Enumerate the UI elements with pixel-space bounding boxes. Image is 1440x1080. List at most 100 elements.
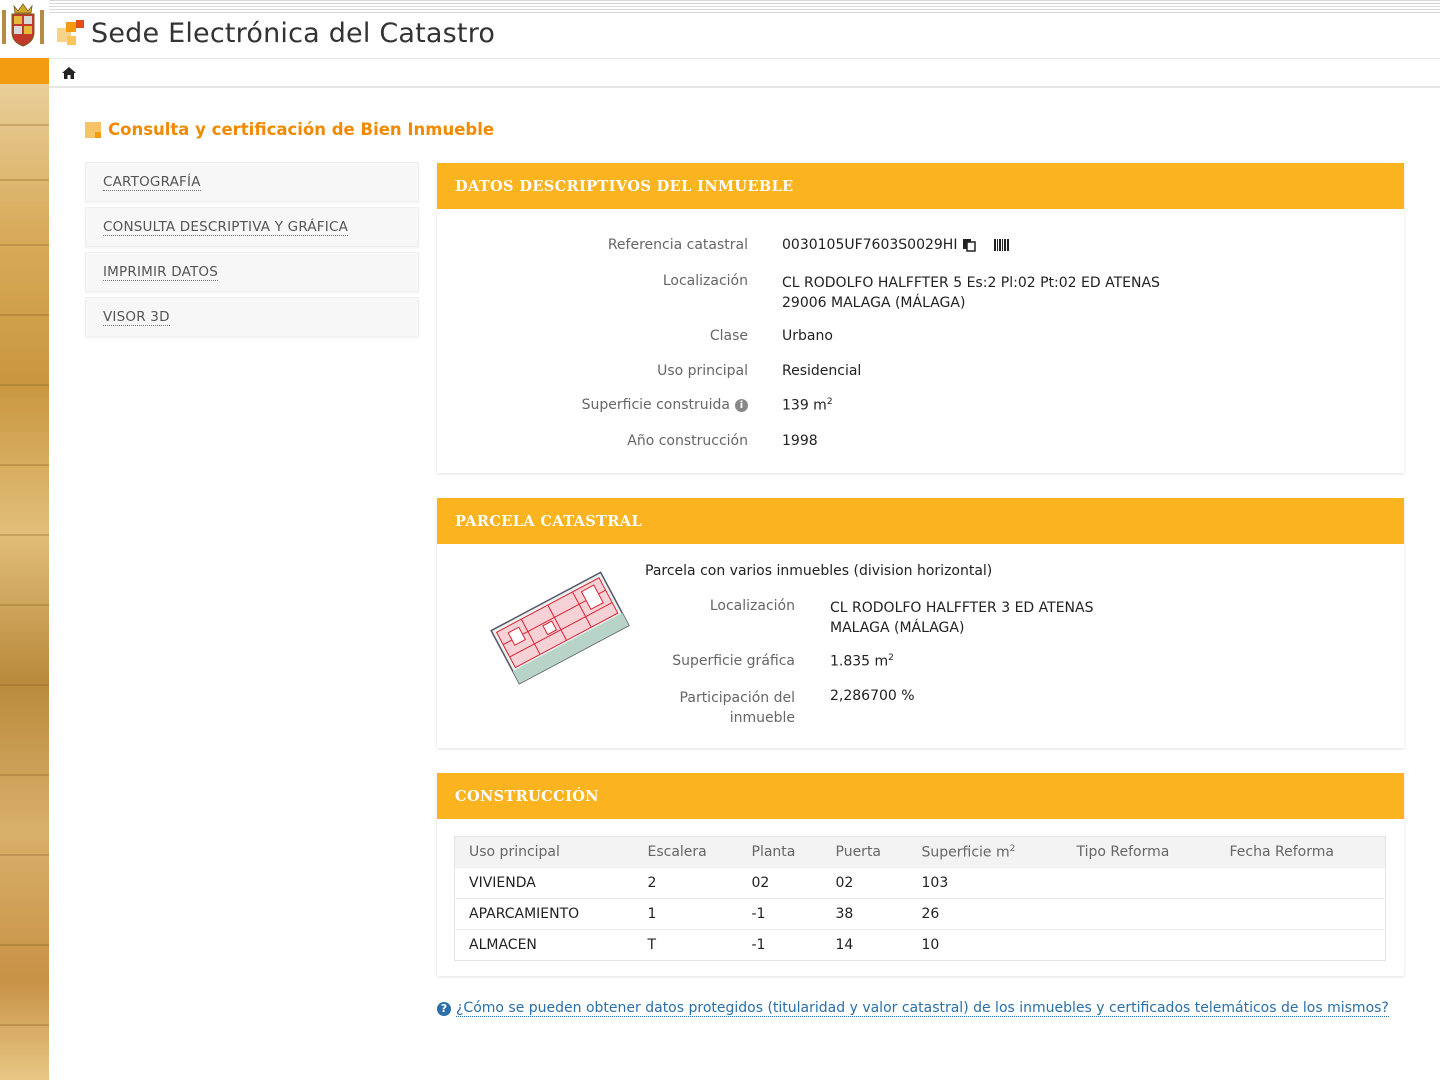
parcela-superficie-exp: 2 [888,653,894,663]
menu-link-consulta[interactable]: CONSULTA DESCRIPTIVA Y GRÁFICA [103,219,349,236]
cell-fecha-reforma [1215,929,1386,961]
parcela-map-thumbnail[interactable] [485,566,635,696]
table-row: ALMACEN T -1 14 10 [454,929,1386,961]
participacion-value: 2,286700 % [830,688,915,704]
table-row: VIVIENDA 2 02 02 103 [454,867,1386,899]
page-heading: Consulta y certificación de Bien Inmuebl… [85,120,494,139]
panel-title-parcela: PARCELA CATASTRAL [437,498,1404,544]
site-title[interactable]: Sede Electrónica del Catastro [91,18,495,49]
city-photo-strip [0,84,49,1080]
col-header-superficie-exp: 2 [1009,843,1016,854]
col-header-planta: Planta [737,836,822,868]
cell-escalera: 1 [633,898,738,930]
clase-value: Urbano [782,328,833,344]
superficie-value: 139 m [782,397,827,414]
col-header-superficie-text: Superficie m [921,844,1010,861]
info-icon[interactable]: i [735,398,748,412]
panel-construccion: CONSTRUCCIÓN Uso principal Escalera Plan… [437,773,1404,976]
cell-fecha-reforma [1215,898,1386,930]
participacion-label-line-2: inmueble [729,710,795,726]
anio-label: Año construcción [627,433,748,449]
panel-datos-descriptivos: DATOS DESCRIPTIVOS DEL INMUEBLE Referenc… [437,163,1404,473]
cell-uso: APARCAMIENTO [454,898,634,930]
parcela-localizacion-line-2: MALAGA (MÁLAGA) [830,620,965,636]
construccion-table: Uso principal Escalera Planta Puerta Sup… [454,836,1386,961]
cell-escalera: T [633,929,738,961]
anio-value: 1998 [782,433,818,449]
header-stripes [49,0,1440,14]
clase-label: Clase [709,328,748,344]
page-title: Consulta y certificación de Bien Inmuebl… [108,120,495,139]
table-header-row: Uso principal Escalera Planta Puerta Sup… [454,836,1386,868]
col-header-uso: Uso principal [454,836,634,868]
faq-row: ? ¿Cómo se pueden obtener datos protegid… [437,1000,1389,1017]
cell-superficie: 26 [907,898,1063,930]
header-orange-bar [0,58,49,84]
col-header-tipo-reforma: Tipo Reforma [1062,836,1216,868]
menu-link-imprimir[interactable]: IMPRIMIR DATOS [103,264,219,281]
home-icon[interactable] [61,65,77,81]
left-decorative-strip [0,0,49,1080]
col-header-puerta: Puerta [821,836,908,868]
uso-value: Residencial [782,363,862,379]
site-header: Sede Electrónica del Catastro [49,0,1440,58]
cell-tipo-reforma [1062,898,1216,930]
faq-link[interactable]: ¿Cómo se pueden obtener datos protegidos… [456,1000,1389,1017]
parcela-localizacion-label: Localización [709,598,795,614]
catastro-logo-icon[interactable] [57,20,84,48]
cell-escalera: 2 [633,867,738,899]
col-header-escalera: Escalera [633,836,738,868]
panel-title-datos: DATOS DESCRIPTIVOS DEL INMUEBLE [437,163,1404,209]
localizacion-line-1: CL RODOLFO HALFFTER 5 Es:2 Pl:02 Pt:02 E… [782,275,1160,291]
cell-planta: -1 [737,898,822,930]
col-header-fecha-reforma: Fecha Reforma [1215,836,1386,868]
panel-title-construccion: CONSTRUCCIÓN [437,773,1404,819]
menu-item-cartografia[interactable]: CARTOGRAFÍA [85,162,419,202]
cell-superficie: 103 [907,867,1063,899]
cell-tipo-reforma [1062,867,1216,899]
participacion-label-line-1: Participación del [679,690,795,706]
cell-puerta: 38 [821,898,908,930]
cell-planta: 02 [737,867,822,899]
menu-item-visor-3d[interactable]: VISOR 3D [85,297,419,337]
cell-planta: -1 [737,929,822,961]
side-menu: CARTOGRAFÍA CONSULTA DESCRIPTIVA Y GRÁFI… [85,162,419,342]
parcela-localizacion-value: CL RODOLFO HALFFTER 3 ED ATENAS MALAGA (… [830,598,1094,638]
superficie-label-row: Superficie construida i [582,397,748,413]
parcela-superficie-value: 1.835 m [830,653,889,670]
cell-puerta: 14 [821,929,908,961]
nav-bar [49,58,1440,88]
table-row: APARCAMIENTO 1 -1 38 26 [454,898,1386,930]
col-header-superficie: Superficie m2 [907,836,1063,868]
localizacion-label: Localización [662,273,748,289]
parcela-subtitle: Parcela con varios inmuebles (division h… [645,563,993,579]
question-icon: ? [437,1001,451,1016]
cell-uso: VIVIENDA [454,867,634,899]
panel-parcela-catastral: PARCELA CATASTRAL Parcela con varios inm… [437,498,1404,748]
referencia-row: 0030105UF7603S0029HI [782,237,1010,253]
superficie-label: Superficie construida [581,397,730,413]
uso-label: Uso principal [657,363,748,379]
parcela-localizacion-line-1: CL RODOLFO HALFFTER 3 ED ATENAS [830,600,1094,616]
superficie-value-row: 139 m2 [782,397,833,414]
menu-item-consulta[interactable]: CONSULTA DESCRIPTIVA Y GRÁFICA [85,207,419,247]
localizacion-value: CL RODOLFO HALFFTER 5 Es:2 Pl:02 Pt:02 E… [782,273,1160,313]
parcela-superficie-label: Superficie gráfica [672,653,795,669]
referencia-value: 0030105UF7603S0029HI [782,237,958,253]
copy-icon[interactable] [962,238,977,252]
menu-item-imprimir[interactable]: IMPRIMIR DATOS [85,252,419,292]
cell-superficie: 10 [907,929,1063,961]
cell-puerta: 02 [821,867,908,899]
referencia-label: Referencia catastral [607,237,748,253]
participacion-label: Participación del inmueble [680,688,795,728]
cell-fecha-reforma [1215,867,1386,899]
cell-uso: ALMACEN [454,929,634,961]
barcode-icon[interactable] [994,238,1010,252]
cell-tipo-reforma [1062,929,1216,961]
parcela-superficie-row: 1.835 m2 [830,653,894,670]
menu-link-cartografia[interactable]: CARTOGRAFÍA [103,174,201,191]
localizacion-line-2: 29006 MALAGA (MÁLAGA) [782,295,966,311]
spain-coat-of-arms-icon [0,0,49,58]
menu-link-visor-3d[interactable]: VISOR 3D [103,309,170,326]
superficie-exp: 2 [826,397,833,407]
